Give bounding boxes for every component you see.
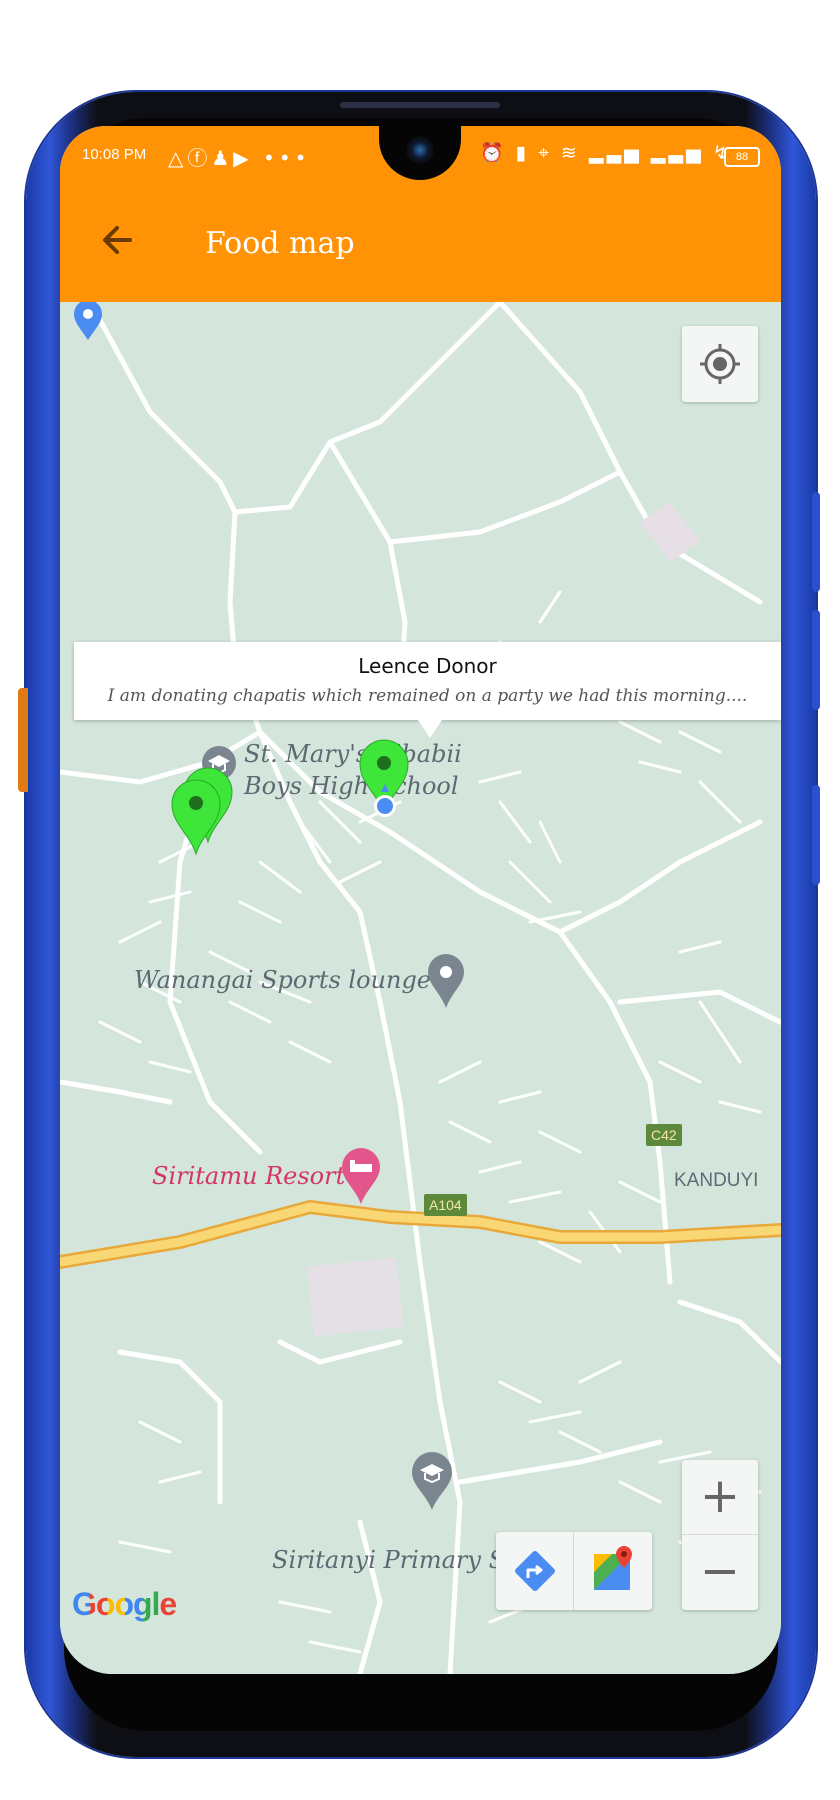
side-key <box>18 688 28 792</box>
status-time: 10:08 PM <box>82 146 147 163</box>
notification-icons: △ⓕ♟▶ ••• <box>168 146 311 170</box>
power-button <box>812 785 820 885</box>
volume-button-top <box>812 492 820 592</box>
user-location-icon <box>374 784 396 817</box>
app-bar: Food map <box>60 182 781 302</box>
donor-marker-icon[interactable] <box>168 776 224 856</box>
google-logo: Google <box>72 1586 177 1623</box>
lounge-label: Wanangai Sports lounge <box>134 966 432 994</box>
resort-label: Siritamu Resort <box>152 1162 346 1190</box>
school-label-line1: St. Mary's Kibabii <box>244 740 462 768</box>
hotel-icon <box>342 1148 380 1204</box>
page-title: Food map <box>205 226 355 261</box>
volume-button-mid <box>812 610 820 710</box>
road-shield-c42: C42 <box>646 1124 682 1146</box>
info-window-tail <box>418 720 442 738</box>
arrow-left-icon <box>103 226 132 254</box>
school-label-line2: Boys High School <box>244 772 459 800</box>
map-toolbar <box>496 1532 652 1610</box>
screen: 10:08 PM △ⓕ♟▶ ••• ⏰ ▮ ⌖ ≋ ▂▃▅ ▂▃▅ ↯ 88 F… <box>60 126 781 1674</box>
school-icon <box>412 1452 452 1510</box>
open-in-maps-button[interactable] <box>574 1532 651 1610</box>
system-icons: ⏰ ▮ ⌖ ≋ ▂▃▅ ▂▃▅ ↯ <box>480 142 732 164</box>
directions-icon <box>515 1551 555 1591</box>
google-maps-icon <box>594 1546 632 1590</box>
front-camera <box>406 136 434 164</box>
marker-info-window[interactable]: Leence Donor I am donating chapatis whic… <box>74 642 781 720</box>
google-logo-text: Google <box>72 1586 177 1622</box>
my-location-button[interactable] <box>682 326 758 402</box>
zoom-out-button[interactable]: − <box>682 1535 758 1609</box>
map-place-icon <box>74 302 102 340</box>
back-button[interactable] <box>90 212 146 268</box>
info-window-snippet: I am donating chapatis which remained on… <box>107 686 748 706</box>
battery-icon: 88 <box>724 147 760 167</box>
road-shield-a104: A104 <box>424 1194 467 1216</box>
crosshair-icon <box>700 344 740 384</box>
map-view[interactable]: Leence Donor I am donating chapatis whic… <box>60 302 781 1674</box>
earpiece-speaker <box>340 102 500 108</box>
info-window-title: Leence Donor <box>358 654 497 678</box>
area-label: KANDUYI <box>674 1170 759 1191</box>
zoom-in-button[interactable]: + <box>682 1460 758 1535</box>
directions-button[interactable] <box>496 1532 574 1610</box>
place-marker-icon <box>428 954 464 1008</box>
zoom-controls: + − <box>682 1460 758 1610</box>
